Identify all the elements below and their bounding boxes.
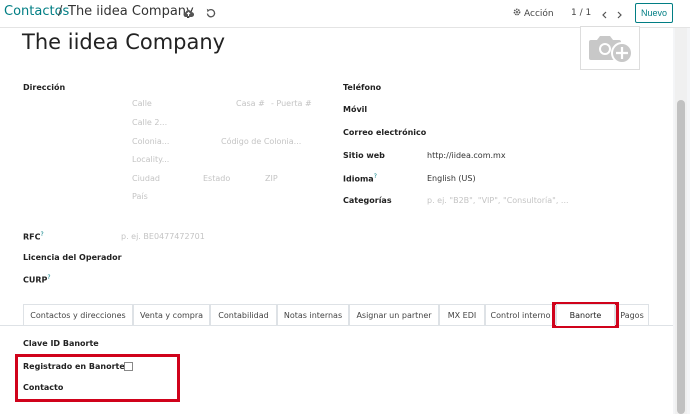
gear-icon [513, 8, 521, 19]
control-panel: Contactos / The iidea Company Acción 1 /… [0, 0, 690, 28]
company-avatar[interactable] [580, 26, 640, 70]
rfc-label-text: RFC [23, 232, 41, 242]
zip-input[interactable]: ZIP [265, 174, 278, 183]
tab-pagos[interactable]: Pagos [615, 304, 649, 326]
mobile-label: Móvil [343, 105, 368, 114]
street2-input[interactable]: Calle 2... [132, 118, 167, 127]
undo-icon[interactable] [204, 6, 218, 20]
phone-label: Teléfono [343, 83, 382, 92]
street-input[interactable]: Calle [132, 99, 152, 108]
country-select[interactable]: País [132, 192, 148, 201]
banorte-registered-label: Registrado en Banorte [23, 362, 125, 371]
action-menu-button[interactable]: Acción [513, 8, 554, 19]
categories-input[interactable]: p. ej. "B2B", "VIP", "Consultoría", ... [427, 196, 569, 205]
tab-contabilidad[interactable]: Contabilidad [210, 304, 277, 326]
rfc-help-icon[interactable]: ? [41, 231, 44, 238]
address-label: Dirección [23, 83, 66, 92]
state-select[interactable]: Estado [203, 174, 230, 183]
scrollbar-thumb[interactable] [677, 100, 685, 414]
language-label: Idioma? [343, 173, 377, 184]
banorte-contact-label: Contacto [23, 383, 64, 392]
language-select[interactable]: English (US) [427, 174, 476, 183]
exterior-number-input[interactable]: Casa # [236, 99, 265, 108]
banorte-client-id-label: Clave ID Banorte [23, 339, 99, 348]
colony-input[interactable]: Colonia... [132, 137, 169, 146]
language-help-icon[interactable]: ? [374, 173, 377, 180]
pager-next-button[interactable] [613, 5, 625, 21]
tab-notas-internas[interactable]: Notas internas [277, 304, 349, 326]
add-image-icon [588, 31, 634, 69]
email-label: Correo electrónico [343, 128, 427, 137]
website-label: Sitio web [343, 151, 385, 160]
tab-contactos-direcciones[interactable]: Contactos y direcciones [23, 304, 133, 326]
breadcrumb-current: The iidea Company [68, 4, 194, 19]
tab-control-interno[interactable]: Control interno [485, 304, 556, 326]
interior-number-input[interactable]: - Puerta # [271, 99, 312, 108]
website-input[interactable]: http://iidea.com.mx [427, 151, 506, 160]
chevron-left-icon [601, 4, 607, 23]
chevron-right-icon [617, 4, 622, 23]
pager-value[interactable]: 1 / 1 [571, 8, 591, 18]
language-label-text: Idioma [343, 174, 374, 184]
cloud-upload-icon[interactable] [181, 6, 195, 20]
tab-mx-edi[interactable]: MX EDI [439, 304, 485, 326]
form-sheet [0, 28, 673, 414]
operator-license-label: Licencia del Operador [23, 253, 122, 262]
action-menu-label: Acción [524, 8, 554, 19]
curp-help-icon[interactable]: ? [47, 274, 50, 281]
rfc-input[interactable]: p. ej. BE0477472701 [121, 232, 205, 241]
rfc-label: RFC? [23, 231, 44, 242]
categories-label: Categorías [343, 196, 392, 205]
banorte-registered-checkbox[interactable] [124, 362, 133, 371]
pager-previous-button[interactable] [598, 5, 610, 21]
curp-label: CURP? [23, 274, 51, 285]
breadcrumb-separator: / [58, 4, 63, 19]
tab-banorte[interactable]: Banorte [556, 304, 615, 326]
colony-code-input[interactable]: Código de Colonia... [221, 137, 301, 146]
tab-asignar-partner[interactable]: Asignar un partner [349, 304, 439, 326]
tab-venta-compra[interactable]: Venta y compra [133, 304, 210, 326]
company-name-field[interactable]: The iidea Company [22, 30, 225, 54]
city-input[interactable]: Ciudad [132, 174, 160, 183]
locality-input[interactable]: Locality... [132, 155, 169, 164]
new-record-button[interactable]: Nuevo [635, 3, 673, 23]
curp-label-text: CURP [23, 275, 48, 285]
